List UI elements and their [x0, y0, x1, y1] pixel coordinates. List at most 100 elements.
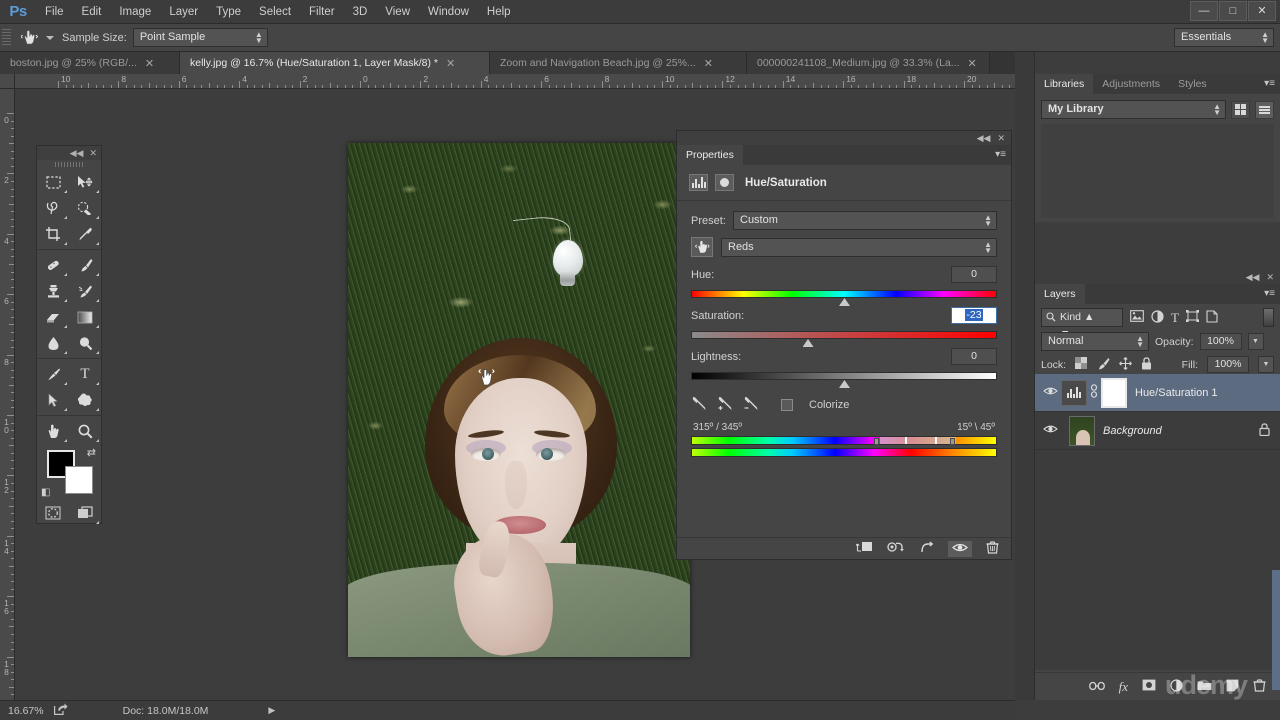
layer-link-icon[interactable] — [1087, 384, 1101, 401]
delete-icon[interactable] — [986, 540, 999, 557]
document-tab-medium[interactable]: 000000241108_Medium.jpg @ 33.3% (La... ✕ — [747, 52, 990, 74]
menu-select[interactable]: Select — [250, 0, 300, 24]
layers-panel-menu-icon[interactable]: ▾≡ — [1264, 288, 1275, 299]
opacity-field[interactable]: 100% — [1199, 333, 1242, 350]
blend-mode-select[interactable]: Normal ▲ ▼ — [1041, 332, 1149, 351]
ruler-corner[interactable] — [0, 74, 15, 89]
colorize-checkbox[interactable] — [781, 399, 793, 411]
type-tool-icon[interactable]: T — [69, 361, 101, 387]
menu-edit[interactable]: Edit — [73, 0, 111, 24]
layer-row-background[interactable]: Background — [1035, 412, 1280, 450]
menu-image[interactable]: Image — [110, 0, 160, 24]
tools-close-icon[interactable]: ✕ — [89, 148, 97, 159]
shape-filter-icon[interactable] — [1185, 310, 1199, 325]
horizontal-ruler[interactable]: 10 8 6 4 2 0 2 4 6 8 10 12 14 16 18 20 — [15, 74, 1015, 89]
blur-tool-icon[interactable] — [37, 330, 69, 356]
lock-all-icon[interactable] — [1141, 356, 1152, 373]
options-bar-grip[interactable] — [2, 28, 11, 47]
layers-scrollbar[interactable] — [1272, 570, 1280, 690]
lock-transparent-icon[interactable] — [1075, 357, 1088, 372]
lightness-slider-track[interactable] — [691, 372, 997, 388]
saturation-slider-track[interactable] — [691, 331, 997, 347]
layer-mask-thumbnail-icon[interactable] — [715, 174, 734, 191]
move-tool-icon[interactable] — [69, 169, 101, 195]
zoom-level[interactable]: 16.67% — [8, 705, 44, 717]
menu-type[interactable]: Type — [207, 0, 250, 24]
quick-selection-tool-icon[interactable] — [69, 195, 101, 221]
menu-help[interactable]: Help — [478, 0, 520, 24]
link-layers-icon[interactable] — [1088, 680, 1105, 694]
saturation-value-field[interactable]: -23 — [951, 307, 997, 324]
hand-tool-icon[interactable] — [37, 418, 69, 444]
delete-layer-icon[interactable] — [1253, 678, 1266, 695]
background-color-swatch[interactable] — [65, 466, 93, 494]
brush-tool-icon[interactable] — [69, 252, 101, 278]
layer-visibility-icon[interactable] — [1039, 386, 1061, 399]
crop-tool-icon[interactable] — [37, 221, 69, 247]
saturation-slider-thumb[interactable] — [802, 339, 814, 347]
default-colors-icon[interactable]: ◧ — [41, 487, 50, 498]
menu-layer[interactable]: Layer — [160, 0, 207, 24]
tab-properties[interactable]: Properties — [677, 145, 743, 165]
visibility-icon[interactable] — [948, 540, 972, 557]
clone-stamp-tool-icon[interactable] — [37, 278, 69, 304]
layers-close-icon[interactable]: ✕ — [1266, 272, 1274, 283]
custom-shape-tool-icon[interactable] — [69, 387, 101, 413]
swap-colors-icon[interactable]: ⇄ — [87, 446, 96, 459]
lightness-slider-thumb[interactable] — [839, 380, 850, 388]
maximize-button[interactable]: □ — [1219, 1, 1247, 21]
layers-collapse-icon[interactable]: ◀◀ — [1246, 272, 1260, 283]
menu-window[interactable]: Window — [419, 0, 478, 24]
spot-healing-brush-tool-icon[interactable] — [37, 252, 69, 278]
list-view-icon[interactable] — [1255, 100, 1274, 119]
eyedropper-icon[interactable] — [691, 396, 707, 414]
hue-saturation-adjustment-icon[interactable] — [689, 174, 708, 191]
lightness-value-field[interactable]: 0 — [951, 348, 997, 365]
pen-tool-icon[interactable] — [37, 361, 69, 387]
library-select[interactable]: My Library ▲ ▼ — [1041, 100, 1226, 119]
adjustment-filter-icon[interactable] — [1151, 309, 1164, 326]
opacity-chevron-down-icon[interactable]: ▼ — [1247, 333, 1264, 350]
vertical-ruler[interactable]: 024681012141618 — [0, 89, 15, 700]
eyedropper-tool-icon[interactable] — [69, 221, 101, 247]
channel-select[interactable]: Reds ▲ ▼ — [721, 237, 997, 257]
tab-close-icon[interactable]: ✕ — [446, 57, 455, 70]
tab-adjustments[interactable]: Adjustments — [1093, 74, 1170, 94]
eraser-tool-icon[interactable] — [37, 304, 69, 330]
libraries-panel-menu-icon[interactable]: ▾≡ — [1264, 78, 1275, 89]
document-tab-zoom-navigation[interactable]: Zoom and Navigation Beach.jpg @ 25%... ✕ — [490, 52, 747, 74]
zoom-tool-icon[interactable] — [69, 418, 101, 444]
targeted-adjustment-icon[interactable] — [15, 27, 43, 49]
properties-panel-menu-icon[interactable]: ▾≡ — [995, 149, 1006, 160]
canvas-area[interactable]: ◀◀ ✕ T ⇄ ◧ ◀◀ ✕ Properties ▾≡ Hue/Satura… — [15, 89, 1015, 700]
layer-style-icon[interactable]: fx — [1119, 679, 1128, 695]
layer-visibility-icon[interactable] — [1039, 424, 1061, 437]
close-button[interactable]: ✕ — [1248, 1, 1276, 21]
fill-chevron-down-icon[interactable]: ▼ — [1258, 356, 1274, 373]
tool-preset-chevron-down-icon[interactable] — [46, 35, 54, 40]
lock-position-icon[interactable] — [1119, 356, 1132, 373]
document-tab-kelly[interactable]: kelly.jpg @ 16.7% (Hue/Saturation 1, Lay… — [180, 52, 490, 74]
eyedropper-add-icon[interactable] — [717, 396, 733, 414]
tools-collapse-icon[interactable]: ◀◀ — [70, 148, 84, 159]
menu-filter[interactable]: Filter — [300, 0, 344, 24]
history-brush-tool-icon[interactable] — [69, 278, 101, 304]
tools-panel-grip[interactable] — [37, 160, 101, 169]
reset-icon[interactable] — [919, 540, 934, 557]
targeted-adjustment-tool-button[interactable] — [691, 237, 713, 257]
marquee-tool-icon[interactable] — [37, 169, 69, 195]
tab-close-icon[interactable]: ✕ — [968, 57, 977, 70]
eyedropper-subtract-icon[interactable] — [743, 396, 759, 414]
status-expand-icon[interactable]: ▶ — [268, 705, 275, 716]
type-filter-icon[interactable]: T — [1171, 310, 1179, 326]
filter-kind-select[interactable]: Kind ▲▼ — [1041, 308, 1123, 340]
library-items-area[interactable] — [1041, 124, 1274, 218]
minimize-button[interactable]: — — [1190, 1, 1218, 21]
tab-styles[interactable]: Styles — [1169, 74, 1216, 94]
tab-libraries[interactable]: Libraries — [1035, 74, 1094, 94]
layer-image-thumbnail[interactable] — [1069, 415, 1095, 446]
menu-3d[interactable]: 3D — [344, 0, 377, 24]
fill-field[interactable]: 100% — [1207, 356, 1249, 373]
screen-mode-icon[interactable] — [69, 500, 101, 526]
image-filter-icon[interactable] — [1130, 310, 1144, 325]
